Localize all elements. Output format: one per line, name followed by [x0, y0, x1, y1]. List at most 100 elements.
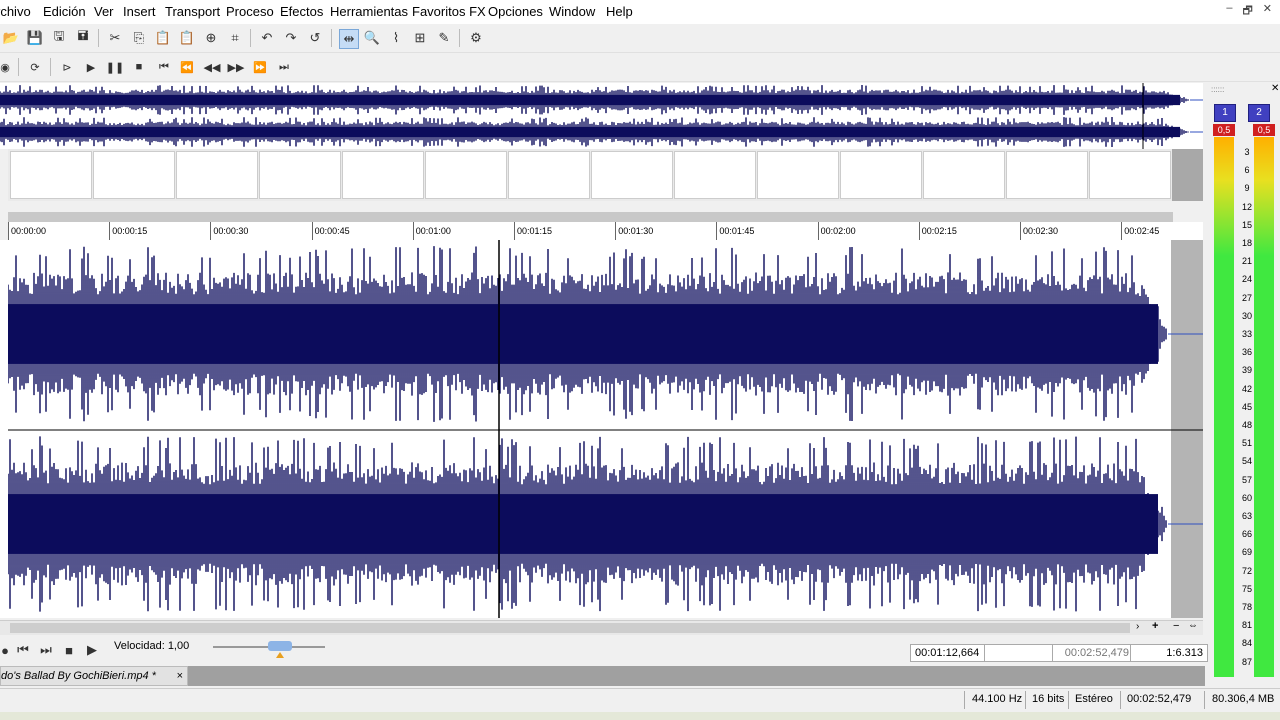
video-thumbnail[interactable] — [1006, 151, 1088, 199]
zoom-fit-icon[interactable]: ⇔ — [1188, 620, 1198, 631]
horizontal-scrollbar[interactable]: › + − ⇔ — [0, 620, 1203, 635]
open-icon[interactable]: 📂 — [2, 29, 20, 47]
scroll-right-icon[interactable]: › — [1136, 621, 1139, 632]
video-thumbnail[interactable] — [176, 151, 258, 199]
envelope-tool-icon[interactable]: ⌇ — [387, 29, 405, 47]
forward-fast-icon[interactable]: ▶▶ — [227, 58, 245, 76]
video-thumbnail[interactable] — [591, 151, 673, 199]
meter-scale-label: 72 — [1241, 565, 1252, 576]
stop-icon[interactable]: ■ — [60, 641, 78, 659]
menu-6[interactable]: Efectos — [280, 4, 323, 19]
ruler-tick-label: 00:00:30 — [210, 222, 248, 240]
zoom-out-icon[interactable]: − — [1173, 620, 1179, 632]
go-start-icon[interactable]: ⏮ — [14, 641, 32, 659]
redo-icon[interactable]: ↷ — [282, 29, 300, 47]
mix-icon[interactable]: ⊕ — [202, 29, 220, 47]
channel-2-button[interactable]: 2 — [1248, 104, 1270, 122]
time-ruler[interactable]: 00:00:00 00:00:15 00:00:30 00:00:45 00:01:00… — [8, 222, 1203, 241]
play-icon[interactable]: ▶ — [82, 58, 100, 76]
video-thumbnail[interactable] — [840, 151, 922, 199]
video-thumbnail[interactable] — [1089, 151, 1171, 199]
video-thumbnail[interactable] — [508, 151, 590, 199]
menu-5[interactable]: Proceso — [226, 4, 274, 19]
record-icon[interactable]: ◉ — [0, 58, 14, 76]
status-duration: 00:02:52,479 — [1127, 693, 1192, 705]
pencil-tool-icon[interactable]: ✎ — [435, 29, 453, 47]
undo-icon[interactable]: ↶ — [258, 29, 276, 47]
menu-9[interactable]: Opciones — [488, 4, 543, 19]
peak-indicator-1[interactable]: 0,5 — [1213, 124, 1235, 136]
video-thumbnail[interactable] — [425, 151, 507, 199]
copy-icon[interactable]: ⎘ — [130, 29, 148, 47]
paste-special-icon[interactable]: 📋 — [178, 29, 196, 47]
paste-icon[interactable]: 📋 — [154, 29, 172, 47]
file-tab[interactable]: do's Ballad By GochiBieri.mp4 * × — [0, 666, 188, 686]
meter-bar-1 — [1214, 137, 1234, 677]
speed-slider-thumb[interactable] — [268, 641, 292, 651]
meter-scale-label: 27 — [1241, 292, 1252, 303]
go-start-icon[interactable]: ⏮ — [155, 58, 173, 76]
record-icon[interactable]: ● — [0, 641, 14, 659]
length-field[interactable]: 00:02:52,479 — [1052, 644, 1134, 662]
menu-11[interactable]: Help — [606, 4, 633, 19]
pause-icon[interactable]: ❚❚ — [106, 58, 124, 76]
menu-8[interactable]: Favoritos FX — [412, 4, 486, 19]
close-icon[interactable]: ✕ — [1271, 83, 1279, 94]
save-icon[interactable]: 💾 — [26, 29, 44, 47]
status-size: 80.306,4 MB — [1212, 693, 1275, 705]
save-all-icon[interactable]: 🖬 — [74, 28, 92, 47]
video-thumbnail[interactable] — [923, 151, 1005, 199]
meter-scale-label: 45 — [1241, 401, 1252, 412]
video-thumbnail[interactable] — [674, 151, 756, 199]
video-thumbnail[interactable] — [93, 151, 175, 199]
magnify-tool-icon[interactable]: ⊞ — [411, 29, 429, 47]
menu-3[interactable]: Insert — [123, 4, 156, 19]
play-all-icon[interactable]: ⊳ — [58, 58, 76, 76]
video-thumbnail-strip[interactable] — [8, 149, 1203, 201]
menu-0[interactable]: rchivo — [0, 4, 31, 19]
toolbar-separator — [18, 58, 19, 76]
video-thumbnail[interactable] — [757, 151, 839, 199]
edit-tool-icon[interactable]: ⇹ — [339, 29, 359, 49]
zoom-tool-icon[interactable]: 🔍 — [363, 29, 381, 47]
menu-2[interactable]: Ver — [94, 4, 114, 19]
peak-indicator-2[interactable]: 0,5 — [1253, 124, 1275, 136]
toolbar-separator — [98, 29, 99, 47]
close-icon[interactable]: ✕ — [1263, 2, 1272, 22]
zoom-ratio-field[interactable]: 1:6.313 — [1130, 644, 1208, 662]
tab-close-icon[interactable]: × — [177, 667, 183, 685]
stop-icon[interactable]: ■ — [130, 58, 148, 76]
menu-10[interactable]: Window — [549, 4, 595, 19]
play-icon[interactable]: ▶ — [83, 641, 101, 659]
rewind-icon[interactable]: ⏪ — [178, 58, 196, 76]
loop-icon[interactable]: ⟳ — [26, 58, 44, 76]
meter-scale-label: 60 — [1241, 492, 1252, 503]
video-thumbnail[interactable] — [259, 151, 341, 199]
waveform-overview[interactable] — [0, 83, 1203, 149]
go-end-icon[interactable]: ⏭ — [275, 58, 293, 76]
crop-icon[interactable]: ⌗ — [226, 29, 244, 47]
save-as-icon[interactable]: 🖫 — [50, 28, 68, 47]
properties-icon[interactable]: ⚙ — [467, 29, 485, 47]
rewind-fast-icon[interactable]: ◀◀ — [203, 58, 221, 76]
waveform-display[interactable] — [8, 240, 1203, 618]
video-thumbnail[interactable] — [10, 151, 92, 199]
repeat-icon[interactable]: ↺ — [306, 29, 324, 47]
menu-7[interactable]: Herramientas — [330, 4, 408, 19]
channel-1-button[interactable]: 1 — [1214, 104, 1236, 122]
video-thumbnail[interactable] — [342, 151, 424, 199]
menu-4[interactable]: Transport — [165, 4, 220, 19]
loop-bar[interactable] — [8, 212, 1173, 222]
menu-1[interactable]: Edición — [43, 4, 86, 19]
restore-icon[interactable]: 🗗 — [1242, 2, 1252, 22]
selection-start-field[interactable] — [984, 644, 1058, 662]
cut-icon[interactable]: ✂ — [106, 29, 124, 47]
minimize-icon[interactable]: – — [1226, 2, 1232, 22]
position-field[interactable]: 00:01:12,664 — [910, 644, 988, 662]
forward-icon[interactable]: ⏩ — [251, 58, 269, 76]
meter-scale-label: 12 — [1241, 201, 1252, 212]
past-end-area — [1171, 240, 1203, 618]
scrollbar-thumb[interactable] — [10, 623, 1130, 633]
go-end-icon[interactable]: ⏭ — [37, 641, 55, 659]
zoom-in-icon[interactable]: + — [1152, 620, 1158, 632]
